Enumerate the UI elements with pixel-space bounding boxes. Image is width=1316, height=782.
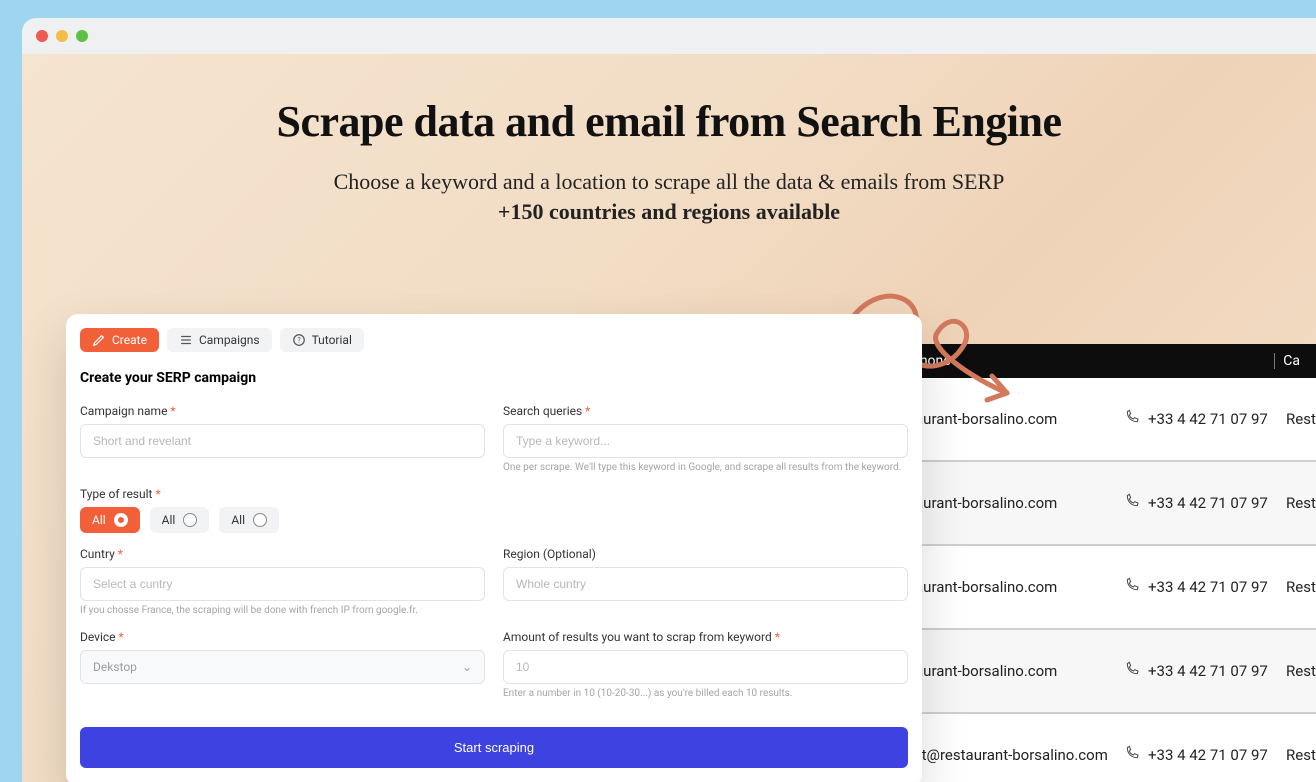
tab-tutorial[interactable]: ? Tutorial bbox=[280, 328, 364, 352]
search-queries-input[interactable] bbox=[503, 424, 908, 458]
country-input[interactable] bbox=[80, 567, 485, 601]
page-subtitle-strong: +150 countries and regions available bbox=[22, 199, 1316, 225]
phone-icon bbox=[1124, 577, 1140, 597]
phone-icon bbox=[1124, 493, 1140, 513]
form-heading: Create your SERP campaign bbox=[80, 370, 908, 386]
titlebar bbox=[22, 18, 1316, 54]
search-queries-hint: One per scrape. We'll type this keyword … bbox=[503, 462, 908, 473]
device-select[interactable]: Dekstop ⌄ bbox=[80, 650, 485, 684]
phone-icon bbox=[1124, 745, 1140, 765]
hero: Scrape data and email from Search Engine… bbox=[22, 96, 1316, 225]
cell-category: Resta bbox=[1286, 662, 1316, 680]
chip-all-1[interactable]: All bbox=[80, 507, 140, 533]
radio-icon bbox=[114, 513, 128, 527]
cell-phone: +33 4 42 71 07 97 bbox=[1124, 577, 1268, 597]
phone-icon bbox=[1124, 661, 1140, 681]
chip-all-2[interactable]: All bbox=[150, 507, 210, 533]
campaign-name-input[interactable] bbox=[80, 424, 485, 458]
radio-icon bbox=[253, 513, 267, 527]
tab-campaigns[interactable]: Campaigns bbox=[167, 328, 272, 352]
help-icon: ? bbox=[292, 333, 306, 347]
list-icon bbox=[179, 333, 193, 347]
type-result-label: Type of result bbox=[80, 487, 161, 501]
maximize-icon[interactable] bbox=[76, 30, 88, 42]
device-value: Dekstop bbox=[93, 660, 137, 674]
device-label: Device bbox=[80, 630, 124, 644]
tab-create[interactable]: Create bbox=[80, 328, 159, 352]
radio-icon bbox=[183, 513, 197, 527]
tab-create-label: Create bbox=[112, 333, 147, 347]
create-icon bbox=[92, 333, 106, 347]
chip-all-3[interactable]: All bbox=[219, 507, 279, 533]
region-label: Region (Optional) bbox=[503, 547, 596, 561]
tab-campaigns-label: Campaigns bbox=[199, 333, 260, 347]
region-input[interactable] bbox=[503, 567, 908, 601]
amount-label: Amount of results you want to scrap from… bbox=[503, 630, 780, 644]
cell-phone: +33 4 42 71 07 97 bbox=[1124, 409, 1268, 429]
cell-category: Resta bbox=[1286, 410, 1316, 428]
cell-category: Resta bbox=[1286, 746, 1316, 764]
country-label: Cuntry bbox=[80, 547, 123, 561]
cell-phone: +33 4 42 71 07 97 bbox=[1124, 493, 1268, 513]
page-subtitle: Choose a keyword and a location to scrap… bbox=[22, 169, 1316, 195]
tab-tutorial-label: Tutorial bbox=[312, 333, 352, 347]
cell-phone: +33 4 42 71 07 97 bbox=[1124, 745, 1268, 765]
svg-text:?: ? bbox=[297, 337, 301, 345]
cell-category: Resta bbox=[1286, 494, 1316, 512]
search-queries-label: Search queries bbox=[503, 404, 590, 418]
phone-icon bbox=[1124, 409, 1140, 429]
country-hint: If you chosse France, the scraping will … bbox=[80, 605, 485, 616]
app-window: Scrape data and email from Search Engine… bbox=[22, 18, 1316, 782]
create-campaign-card: Create Campaigns ? Tutorial Create your … bbox=[66, 314, 922, 782]
minimize-icon[interactable] bbox=[56, 30, 68, 42]
page-title: Scrape data and email from Search Engine bbox=[22, 96, 1316, 147]
start-scraping-button[interactable]: Start scraping bbox=[80, 727, 908, 768]
column-category: Ca bbox=[1274, 353, 1300, 369]
close-icon[interactable] bbox=[36, 30, 48, 42]
amount-input[interactable] bbox=[503, 650, 908, 684]
amount-hint: Enter a number in 10 (10-20-30...) as yo… bbox=[503, 688, 908, 699]
cell-category: Resta bbox=[1286, 578, 1316, 596]
chevron-down-icon: ⌄ bbox=[462, 660, 472, 674]
campaign-name-label: Campaign name bbox=[80, 404, 176, 418]
cell-phone: +33 4 42 71 07 97 bbox=[1124, 661, 1268, 681]
